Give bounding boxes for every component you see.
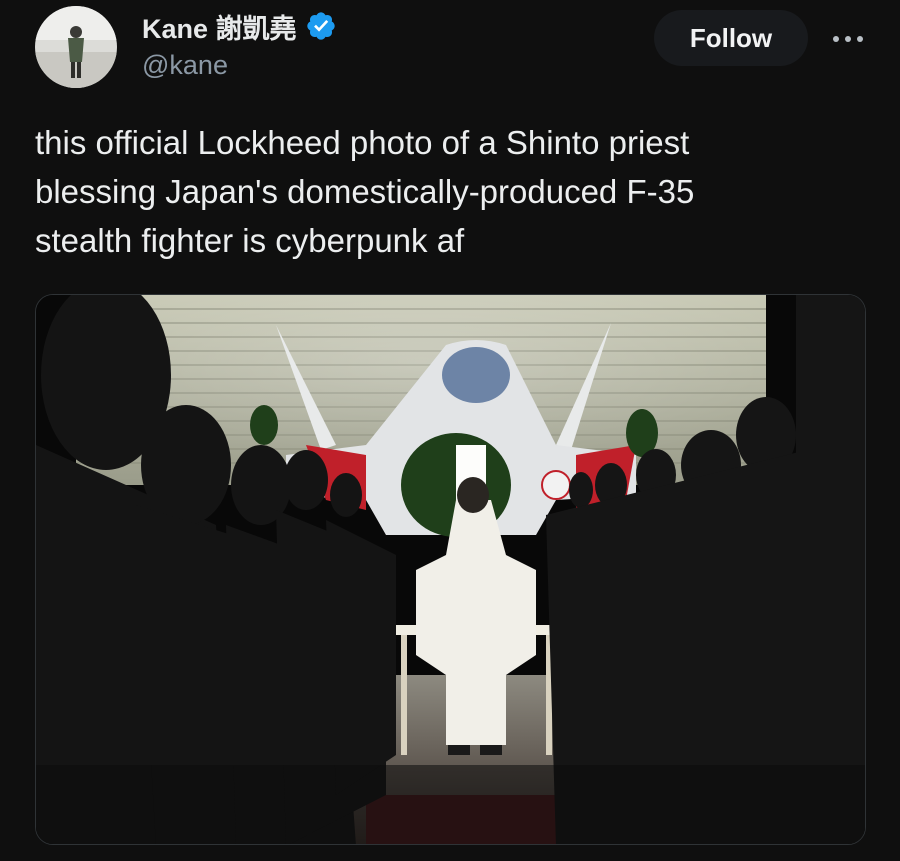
author-name-row: Kane 謝凱堯: [142, 8, 337, 44]
tweet-text-line: stealth fighter is cyberpunk af: [35, 222, 465, 259]
verified-badge-icon[interactable]: [305, 10, 337, 42]
tweet-card: Kane 謝凱堯 @kane Follow this official Lock…: [0, 0, 900, 861]
tweet-text-line: blessing Japan's domestically-produced F…: [35, 173, 695, 210]
more-dots-icon: [833, 36, 863, 42]
author-avatar[interactable]: [35, 6, 117, 88]
follow-button[interactable]: Follow: [654, 10, 808, 66]
avatar-photo-icon: [35, 6, 117, 88]
author-handle[interactable]: @kane: [142, 50, 228, 81]
tweet-text: this official Lockheed photo of a Shinto…: [35, 118, 855, 265]
tweet-text-line: this official Lockheed photo of a Shinto…: [35, 124, 690, 161]
photo-f35-shinto-blessing: [36, 295, 865, 844]
more-options-button[interactable]: [826, 24, 870, 54]
tweet-media-photo[interactable]: [35, 294, 866, 845]
author-display-name[interactable]: Kane 謝凱堯: [142, 7, 297, 46]
